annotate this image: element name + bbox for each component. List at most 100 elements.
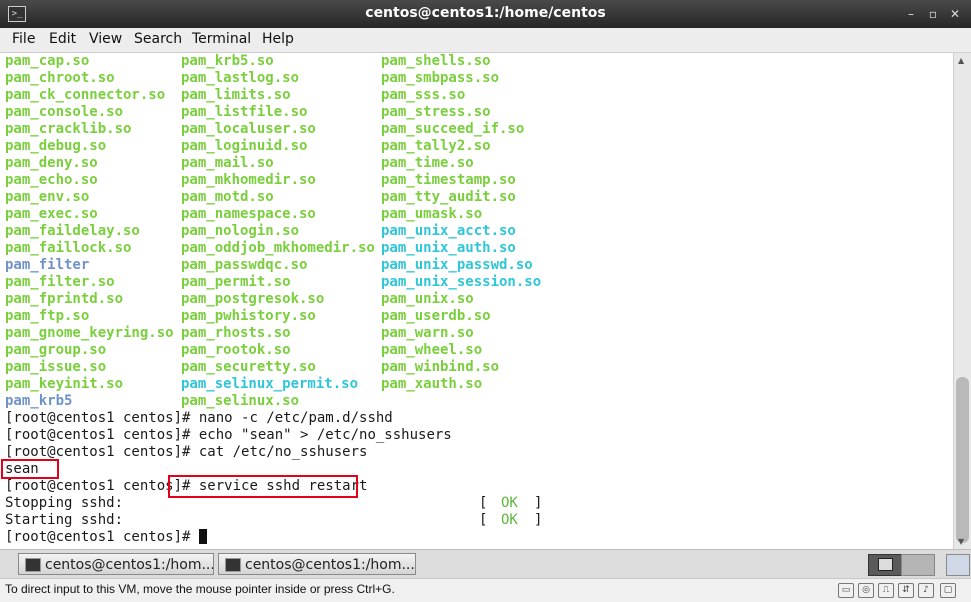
- file-entry: pam_winbind.so: [381, 359, 500, 375]
- file-entry: pam_loginuid.so: [181, 138, 308, 154]
- file-entry: pam_stress.so: [381, 104, 491, 120]
- file-entry: pam_env.so: [5, 189, 90, 205]
- file-entry: pam_unix_session.so: [381, 274, 542, 290]
- maximize-icon[interactable]: ▫: [924, 5, 942, 23]
- file-entry: pam_deny.so: [5, 155, 98, 171]
- ok-status: OK: [501, 512, 518, 528]
- file-entry: pam_exec.so: [5, 206, 98, 222]
- file-entry: pam_rhosts.so: [181, 325, 291, 341]
- message-icon[interactable]: ▢: [940, 583, 956, 598]
- menu-edit[interactable]: Edit: [49, 31, 76, 47]
- scroll-up-icon[interactable]: ▲: [958, 56, 964, 65]
- status-message: To direct input to this VM, move the mou…: [5, 582, 395, 596]
- file-entry: pam_keyinit.so: [5, 376, 124, 392]
- file-entry: pam_console.so: [5, 104, 124, 120]
- sound-icon[interactable]: ♪: [918, 583, 934, 598]
- file-entry: pam_gnome_keyring.so: [5, 325, 174, 341]
- close-icon[interactable]: ✕: [946, 5, 964, 23]
- hdd-icon[interactable]: ▭: [838, 583, 854, 598]
- file-entry: pam_unix_auth.so: [381, 240, 516, 256]
- scroll-down-icon[interactable]: ▼: [958, 537, 964, 546]
- menu-terminal[interactable]: Terminal: [192, 31, 251, 47]
- file-entry: pam_localuser.so: [181, 121, 316, 137]
- window-title: centos@centos1:/home/centos: [365, 5, 606, 21]
- network-icon[interactable]: ⇵: [898, 583, 914, 598]
- taskbar-item-terminal-1[interactable]: centos@centos1:/hom...: [18, 553, 214, 575]
- terminal-icon: [25, 558, 41, 572]
- vm-status-bar: To direct input to this VM, move the mou…: [0, 578, 971, 602]
- file-entry: pam_mkhomedir.so: [181, 172, 316, 188]
- file-entry: pam_cap.so: [5, 53, 90, 69]
- ok-status: OK: [501, 495, 518, 511]
- taskbar: centos@centos1:/hom... centos@centos1:/h…: [0, 549, 971, 578]
- file-entry: pam_krb5: [5, 393, 73, 409]
- file-entry: pam_time.so: [381, 155, 474, 171]
- file-entry: pam_passwdqc.so: [181, 257, 308, 273]
- file-entry: pam_fprintd.so: [5, 291, 124, 307]
- file-entry: pam_shells.so: [381, 53, 491, 69]
- trash-icon[interactable]: [946, 554, 970, 576]
- file-entry: pam_tally2.so: [381, 138, 491, 154]
- file-entry: pam_xauth.so: [381, 376, 483, 392]
- file-entry: pam_limits.so: [181, 87, 291, 103]
- menu-help[interactable]: Help: [262, 31, 294, 47]
- file-entry: pam_filter: [5, 257, 90, 273]
- file-entry: pam_faillock.so: [5, 240, 132, 256]
- cdrom-icon[interactable]: ◎: [858, 583, 874, 598]
- terminal-output[interactable]: pam_cap.so pam_krb5.so pam_shells.so pam_ch…: [0, 53, 953, 549]
- file-entry: pam_filter.so: [5, 274, 115, 290]
- terminal-prompt-current: [root@centos1 centos]#: [5, 529, 207, 546]
- workspace-switcher-1[interactable]: [868, 554, 902, 576]
- file-entry: pam_krb5.so: [181, 53, 274, 69]
- file-entry: pam_warn.so: [381, 325, 474, 341]
- file-entry: pam_faildelay.so: [5, 223, 140, 239]
- taskbar-item-terminal-2[interactable]: centos@centos1:/hom...: [218, 553, 416, 575]
- minimize-icon[interactable]: –: [902, 5, 920, 23]
- file-entry: pam_motd.so: [181, 189, 274, 205]
- file-entry: pam_unix_passwd.so: [381, 257, 533, 273]
- file-entry: pam_selinux_permit.so: [181, 376, 359, 392]
- file-entry: pam_wheel.so: [381, 342, 483, 358]
- file-entry: pam_timestamp.so: [381, 172, 516, 188]
- terminal-line-stopping: Stopping sshd: [ OK ]: [5, 495, 543, 511]
- file-entry: pam_chroot.so: [5, 70, 115, 86]
- file-entry: pam_lastlog.so: [181, 70, 300, 86]
- menu-bar: File Edit View Search Terminal Help: [0, 28, 971, 53]
- window-titlebar[interactable]: >_ centos@centos1:/home/centos – ▫ ✕: [0, 0, 971, 28]
- file-entry: pam_smbpass.so: [381, 70, 500, 86]
- file-entry: pam_sss.so: [381, 87, 466, 103]
- file-entry: pam_listfile.so: [181, 104, 308, 120]
- file-entry: pam_group.so: [5, 342, 107, 358]
- file-entry: pam_rootok.so: [181, 342, 291, 358]
- file-entry: pam_namespace.so: [181, 206, 316, 222]
- workspace-switcher-2[interactable]: [901, 554, 935, 576]
- file-entry: pam_unix.so: [381, 291, 474, 307]
- menu-search[interactable]: Search: [134, 31, 182, 47]
- terminal-line: [root@centos1 centos]# echo "sean" > /et…: [5, 427, 452, 443]
- file-entry: pam_umask.so: [381, 206, 483, 222]
- file-entry: pam_ftp.so: [5, 308, 90, 324]
- menu-view[interactable]: View: [89, 31, 122, 47]
- terminal-icon: [225, 558, 241, 572]
- terminal-line: [root@centos1 centos]# nano -c /etc/pam.…: [5, 410, 393, 426]
- terminal-icon: [878, 558, 893, 571]
- file-entry: pam_tty_audit.so: [381, 189, 516, 205]
- terminal-scrollbar[interactable]: ▲ ▼: [953, 53, 971, 549]
- terminal-line-starting: Starting sshd: [ OK ]: [5, 512, 543, 528]
- file-entry: pam_succeed_if.so: [381, 121, 525, 137]
- file-entry: pam_ck_connector.so: [5, 87, 166, 103]
- file-entry: pam_nologin.so: [181, 223, 300, 239]
- terminal-line: [root@centos1 centos]# cat /etc/no_sshus…: [5, 444, 368, 460]
- file-entry: pam_issue.so: [5, 359, 107, 375]
- highlight-box-restart: [168, 475, 358, 498]
- file-entry: pam_permit.so: [181, 274, 291, 290]
- file-entry: pam_userdb.so: [381, 308, 491, 324]
- menu-file[interactable]: File: [12, 31, 35, 47]
- scrollbar-thumb[interactable]: [956, 377, 969, 543]
- highlight-box-sean: [1, 459, 59, 479]
- file-entry: pam_unix_acct.so: [381, 223, 516, 239]
- usb-icon[interactable]: ⎍: [878, 583, 894, 598]
- file-entry: pam_mail.so: [181, 155, 274, 171]
- file-entry: pam_cracklib.so: [5, 121, 132, 137]
- file-entry: pam_pwhistory.so: [181, 308, 316, 324]
